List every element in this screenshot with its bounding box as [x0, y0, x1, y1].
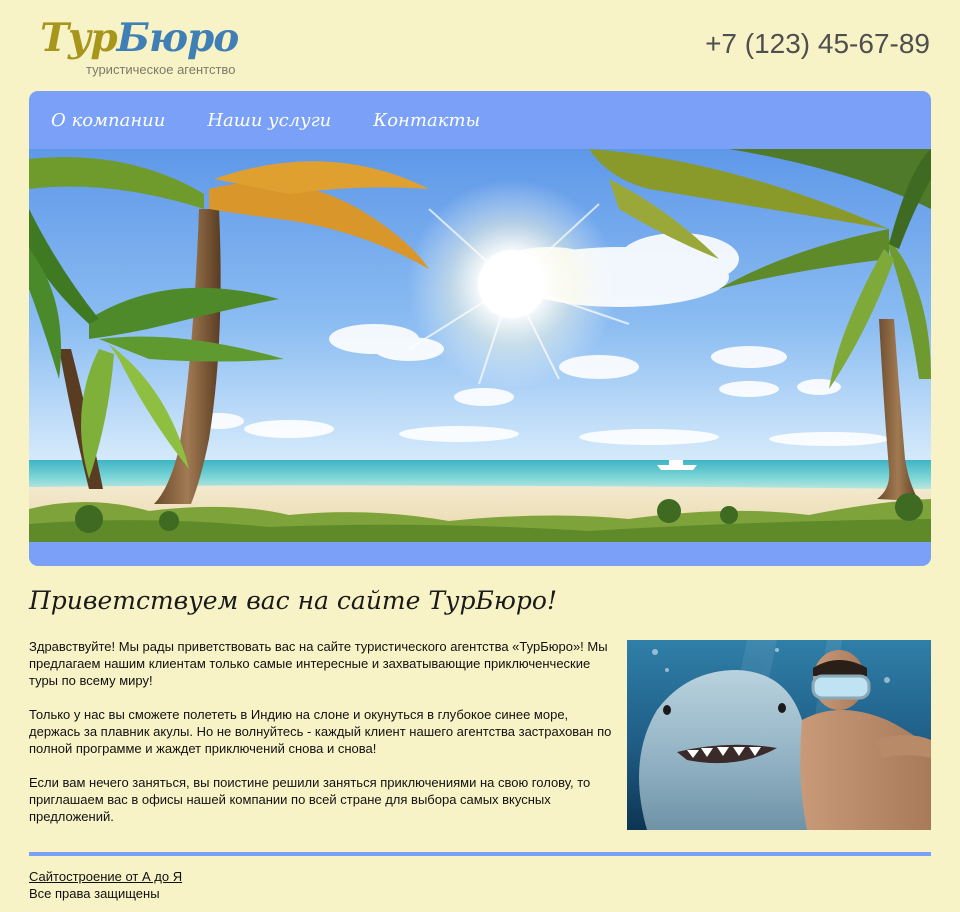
logo-title-part1: Тур	[40, 15, 118, 61]
hero-bottom-bar	[29, 542, 931, 566]
paragraph-3: Если вам нечего заняться, вы поистине ре…	[29, 775, 591, 824]
footer-divider	[29, 852, 931, 856]
nav-item-contacts[interactable]: Контакты	[373, 110, 480, 131]
footer-developer-link[interactable]: Сайтостроение от А до Я	[29, 869, 182, 884]
logo-subtitle: туристическое агентство	[86, 62, 236, 77]
diver-shark-photo	[627, 640, 931, 830]
page: ТурБюро туристическое агентство +7 (123)…	[0, 0, 960, 912]
header-phone: +7 (123) 45-67-89	[705, 28, 930, 59]
nav-item-services[interactable]: Наши услуги	[207, 110, 331, 131]
main-nav: О компании Наши услуги Контакты	[29, 91, 931, 149]
footer-copyright: Все права защищены	[29, 886, 160, 901]
paragraph-2: Только у нас вы сможете полететь в Индию…	[29, 707, 612, 756]
page-title: Приветствуем вас на сайте ТурБюро!	[29, 586, 558, 615]
nav-item-about[interactable]: О компании	[51, 110, 165, 131]
paragraph-1: Здравствуйте! Мы рады приветствовать вас…	[29, 639, 608, 688]
site-logo[interactable]: ТурБюро туристическое агентство	[40, 12, 280, 82]
hero-banner-image	[29, 149, 931, 542]
logo-title: ТурБюро	[40, 12, 240, 64]
main-text: Здравствуйте! Мы рады приветствовать вас…	[29, 638, 619, 842]
logo-title-part2: Бюро	[116, 15, 240, 61]
